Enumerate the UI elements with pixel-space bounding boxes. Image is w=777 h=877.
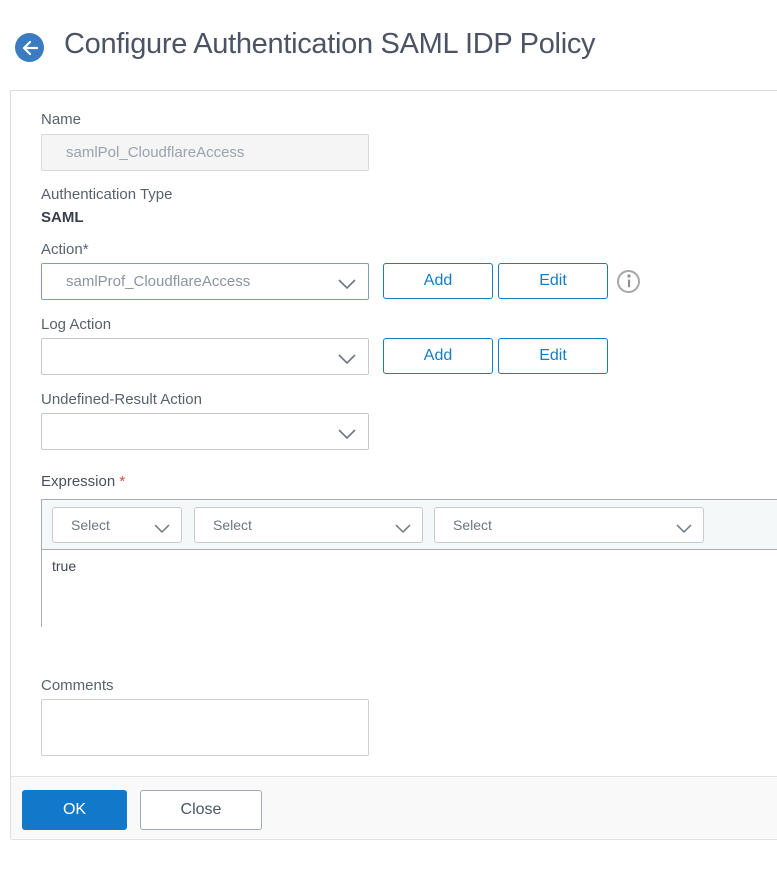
undefined-result-action-select[interactable]	[41, 413, 369, 450]
ok-button[interactable]: OK	[22, 790, 127, 830]
expression-operator-select-1[interactable]: Select	[52, 507, 182, 543]
chevron-down-icon	[395, 521, 411, 539]
name-label: Name	[41, 111, 82, 128]
action-add-button[interactable]: Add	[383, 263, 493, 299]
log-action-edit-button[interactable]: Edit	[498, 338, 608, 374]
required-asterisk: *	[119, 473, 126, 490]
expression-textarea[interactable]: true	[42, 550, 777, 627]
form-panel: Name Authentication Type SAML Action* sa…	[10, 90, 777, 840]
back-button[interactable]	[15, 33, 44, 62]
name-input	[41, 134, 369, 171]
log-action-select[interactable]	[41, 338, 369, 375]
comments-textarea[interactable]	[41, 699, 369, 756]
log-action-label: Log Action	[41, 316, 112, 333]
authentication-type-label: Authentication Type	[41, 186, 173, 203]
chevron-down-icon	[338, 277, 356, 295]
action-select[interactable]: samlProf_CloudflareAccess	[41, 263, 369, 300]
expression-toolbar: Select Select Select	[42, 500, 777, 550]
chevron-down-icon	[338, 352, 356, 370]
action-edit-button[interactable]: Edit	[498, 263, 608, 299]
action-select-value: samlProf_CloudflareAccess	[66, 273, 251, 290]
expression-operator-select-3[interactable]: Select	[434, 507, 704, 543]
footer-bar: OK Close	[11, 776, 777, 840]
log-action-add-button[interactable]: Add	[383, 338, 493, 374]
chevron-down-icon	[154, 521, 170, 539]
info-icon[interactable]	[617, 270, 640, 293]
authentication-type-value: SAML	[41, 209, 84, 226]
arrow-left-icon	[22, 40, 38, 55]
close-button[interactable]: Close	[140, 790, 262, 830]
action-label: Action*	[41, 241, 89, 258]
expression-editor: Select Select Select true	[41, 499, 777, 627]
comments-label: Comments	[41, 677, 114, 694]
chevron-down-icon	[338, 427, 356, 445]
expression-operator-select-2[interactable]: Select	[194, 507, 423, 543]
chevron-down-icon	[676, 521, 692, 539]
undefined-result-action-label: Undefined-Result Action	[41, 391, 202, 408]
page-title: Configure Authentication SAML IDP Policy	[64, 28, 596, 60]
expression-label: Expression *	[41, 473, 126, 490]
